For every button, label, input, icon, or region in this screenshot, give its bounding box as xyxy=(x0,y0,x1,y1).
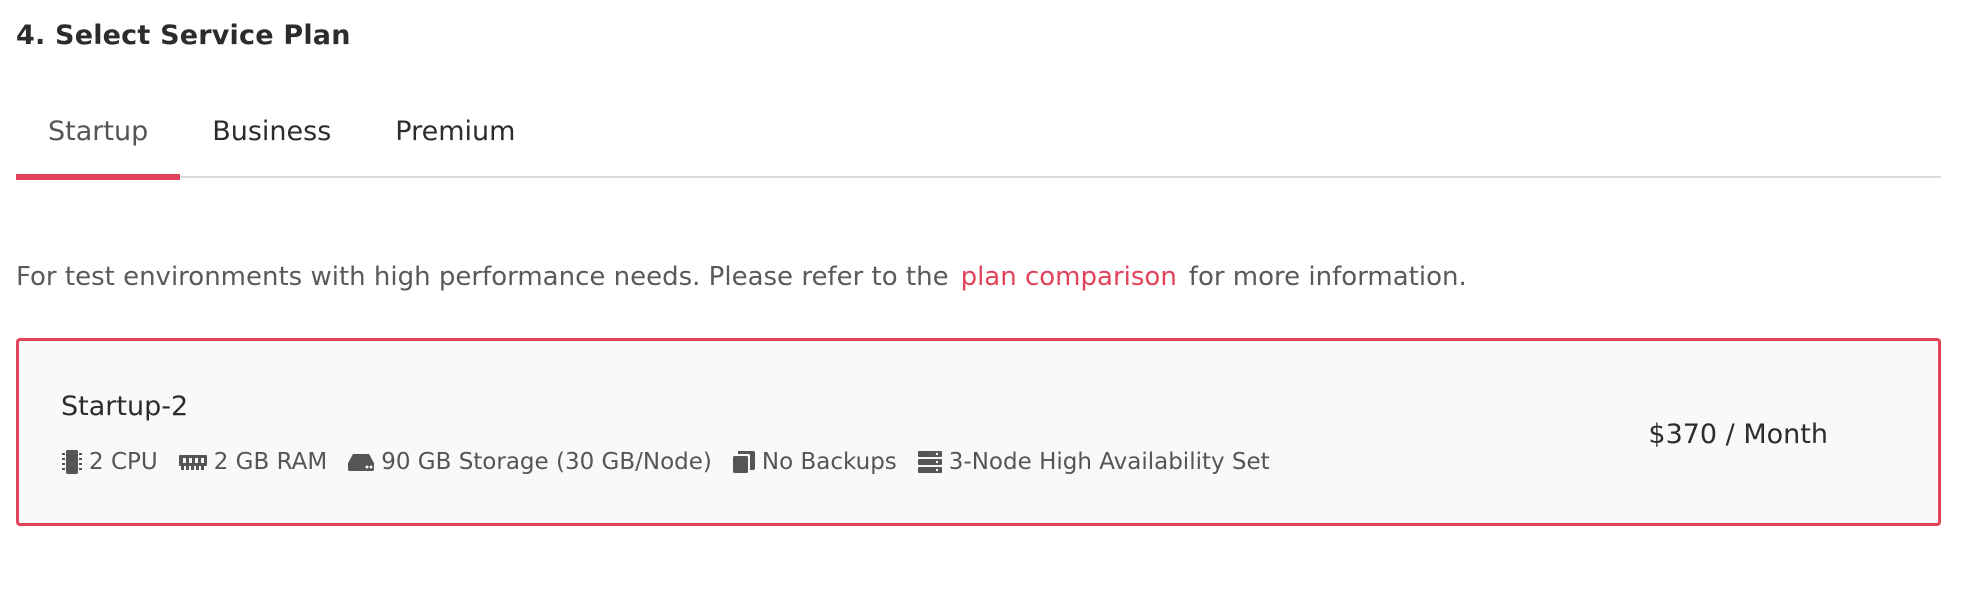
storage-icon xyxy=(348,454,375,471)
spec-cpu-label: 2 CPU xyxy=(89,449,158,475)
backup-icon xyxy=(732,451,755,473)
spec-ram: 2 GB RAM xyxy=(178,449,327,475)
spec-availability: 3-Node High Availability Set xyxy=(917,449,1270,475)
spec-storage: 90 GB Storage (30 GB/Node) xyxy=(347,449,712,475)
tab-premium[interactable]: Premium xyxy=(363,100,547,178)
description-text-before: For test environments with high performa… xyxy=(16,262,949,292)
spec-availability-label: 3-Node High Availability Set xyxy=(948,449,1270,475)
plan-tabs: Startup Business Premium xyxy=(16,100,1941,180)
server-icon xyxy=(917,451,942,473)
spec-storage-label: 90 GB Storage (30 GB/Node) xyxy=(381,449,712,475)
spec-backups: No Backups xyxy=(732,449,897,475)
spec-ram-label: 2 GB RAM xyxy=(213,449,328,475)
plan-card-startup-2[interactable]: Startup-2 2 CPU 2 GB RAM 90 GB Storage (… xyxy=(16,338,1941,526)
spec-cpu: 2 CPU xyxy=(61,449,158,475)
plan-name: Startup-2 xyxy=(61,391,189,422)
section-title: 4. Select Service Plan xyxy=(16,20,351,51)
cpu-icon xyxy=(62,450,82,474)
tab-startup[interactable]: Startup xyxy=(16,100,181,180)
description-text-after: for more information. xyxy=(1188,262,1467,292)
plan-comparison-link[interactable]: plan comparison xyxy=(961,262,1177,292)
tab-business[interactable]: Business xyxy=(180,100,363,178)
plan-price: $370 / Month xyxy=(1648,419,1828,450)
ram-icon xyxy=(178,455,207,470)
spec-backups-label: No Backups xyxy=(761,449,897,475)
plan-specs: 2 CPU 2 GB RAM 90 GB Storage (30 GB/Node… xyxy=(61,449,1290,475)
plan-description: For test environments with high performa… xyxy=(16,262,1467,292)
service-plan-page: 4. Select Service Plan Startup Business … xyxy=(0,0,1962,590)
